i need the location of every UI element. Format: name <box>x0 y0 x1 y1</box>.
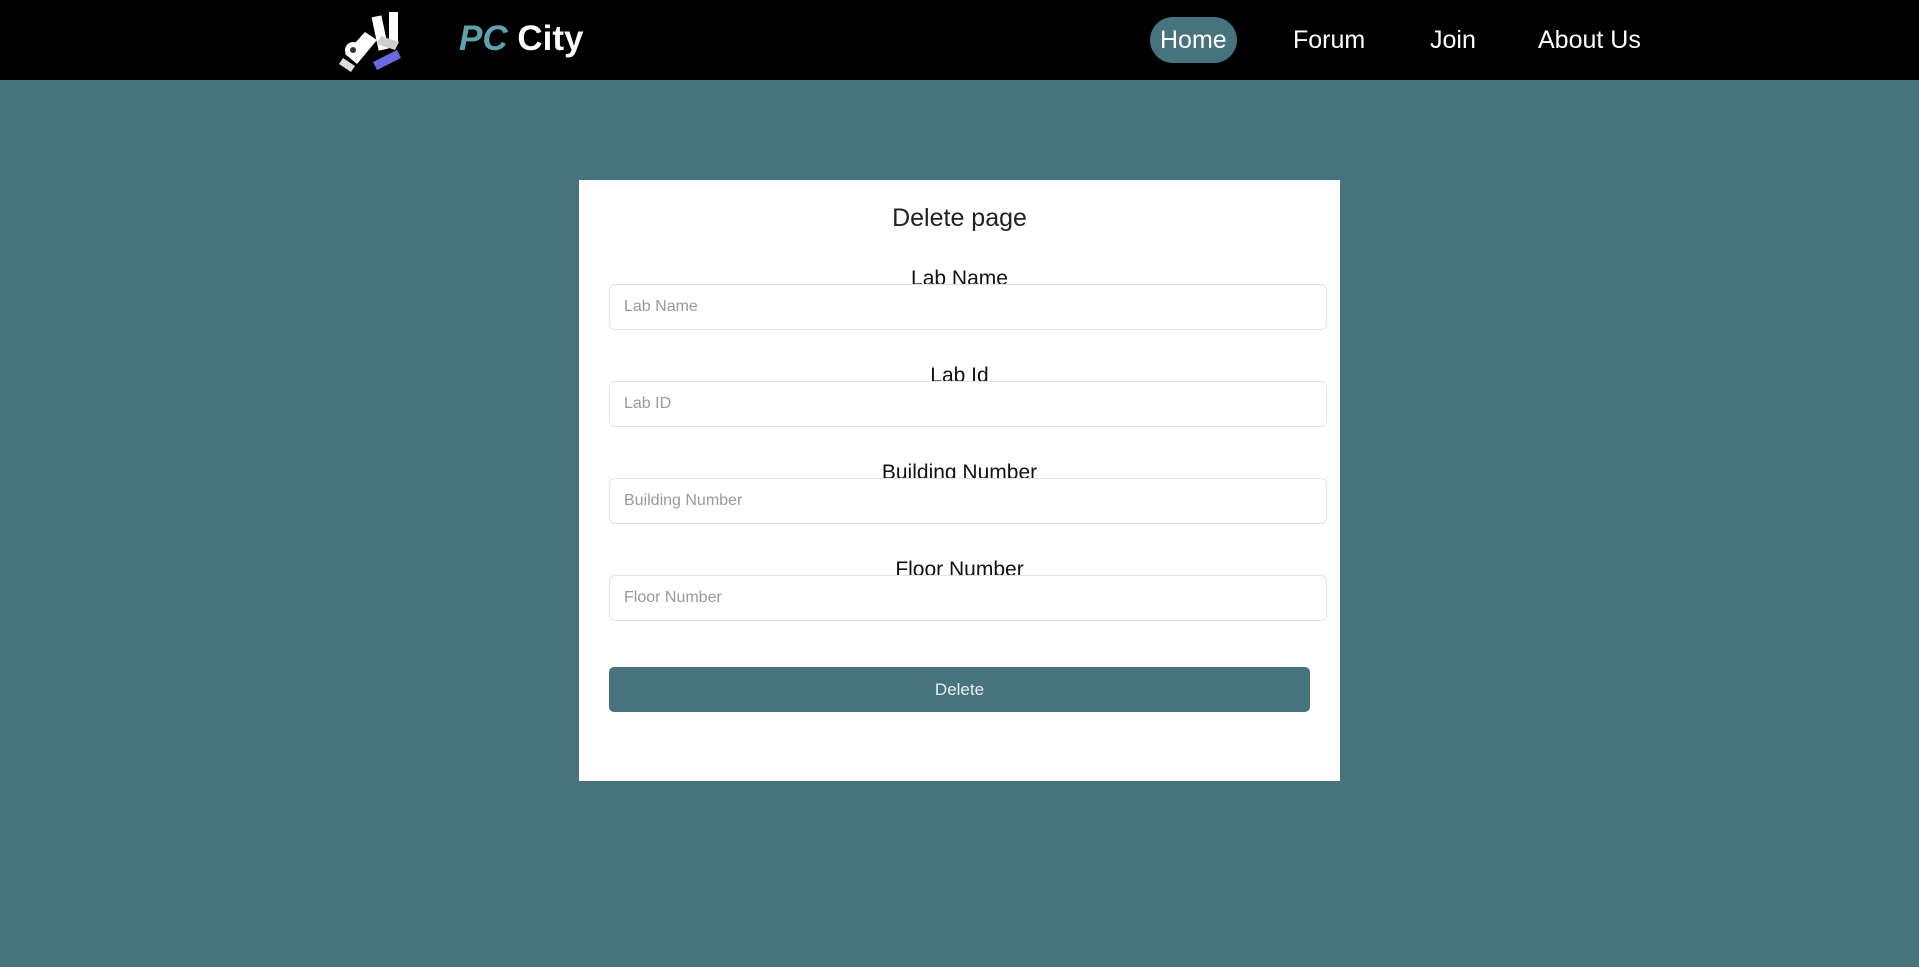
top-navbar: PC City Home Forum Join About Us <box>0 0 1919 80</box>
building-number-input[interactable] <box>609 478 1327 524</box>
computer-parts-logo-icon[interactable] <box>335 6 415 74</box>
delete-button[interactable]: Delete <box>609 667 1310 712</box>
brand-name-city: City <box>517 19 584 58</box>
nav-about-us[interactable]: About Us <box>1538 17 1641 63</box>
logo-graphic <box>339 12 401 72</box>
lab-id-input[interactable] <box>609 381 1327 427</box>
page-title: Delete page <box>892 204 1027 232</box>
brand-name-pc: PC <box>459 19 508 58</box>
brand-name[interactable]: PC City <box>459 18 583 60</box>
delete-form-card: Delete page Lab Name Lab Id Building Num… <box>579 180 1340 781</box>
nav-forum[interactable]: Forum <box>1293 17 1365 63</box>
nav-home[interactable]: Home <box>1150 17 1237 63</box>
floor-number-input[interactable] <box>609 575 1327 621</box>
nav-join[interactable]: Join <box>1430 17 1476 63</box>
lab-name-input[interactable] <box>609 284 1327 330</box>
